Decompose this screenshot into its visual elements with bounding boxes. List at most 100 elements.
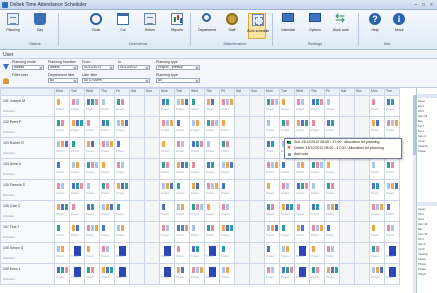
allocation-slot[interactable] [170,120,173,126]
clock-button[interactable]: Clock [87,13,105,39]
schedule-cell[interactable]: Project [264,158,280,180]
allocation-slot[interactable] [162,141,165,147]
schedule-cell[interactable]: Project [384,158,400,180]
context-tooltip[interactable]: Sch 13/12/2012 08:00 - 17:00 : Allocatio… [284,138,402,159]
allocation-slot[interactable] [267,267,270,273]
allocation-slot[interactable] [376,246,379,252]
allocation-slot[interactable] [282,246,285,252]
schedule-cell[interactable]: Project [69,158,85,180]
allocation-slot[interactable] [301,162,304,168]
allocation-slot[interactable] [87,225,90,231]
allocation-slot[interactable] [327,204,330,210]
allocation-slot[interactable] [185,99,188,105]
schedule-cell[interactable] [144,179,160,201]
schedule-cell[interactable]: Project [174,179,190,201]
user-filter-select[interactable]: All 10 users ▾ [82,78,150,83]
allocation-slot[interactable] [87,141,90,147]
allocation-slot[interactable] [76,162,79,168]
schedule-cell[interactable]: Project [114,242,130,264]
schedule-cell[interactable]: Project [279,263,295,285]
schedule-cell[interactable]: Project [54,137,70,159]
allocation-slot[interactable] [177,204,180,210]
allocation-slot[interactable] [87,162,90,168]
schedule-cell[interactable]: Project [54,200,70,222]
allocation-slot[interactable] [387,183,390,189]
allocation-slot[interactable] [222,267,225,273]
schedule-cell[interactable]: Project [204,95,220,117]
allocation-slot[interactable] [207,162,210,168]
schedule-cell[interactable]: Project [264,242,280,264]
allocation-slot[interactable] [91,141,94,147]
allocation-slot[interactable] [110,204,113,210]
allocation-slot[interactable] [226,162,229,168]
allocation-slot[interactable] [181,99,184,105]
allocation-slot[interactable] [106,120,109,126]
from-date-field[interactable]: 01/12/2012 ▾ [82,65,114,70]
allocation-slot[interactable] [387,204,390,210]
schedule-cell[interactable]: Project [219,221,235,243]
allocation-slot[interactable] [222,99,225,105]
schedule-cell[interactable]: Project [69,263,85,285]
allocation-slot[interactable] [106,204,109,210]
schedule-cell[interactable] [234,116,250,138]
allocation-slot[interactable] [301,120,304,126]
schedule-cell[interactable]: Project [219,137,235,159]
allocation-slot[interactable] [372,183,375,189]
schedule-cell[interactable]: Project [114,263,130,285]
schedule-cell[interactable]: Project [84,200,100,222]
schedule-cell[interactable]: Project [369,242,385,264]
allocation-slot[interactable] [376,120,379,126]
allocation-slot[interactable] [271,141,274,147]
schedule-cell[interactable]: Project [369,116,385,138]
allocation-slot[interactable] [297,120,300,126]
allocation-slot[interactable] [177,120,180,126]
allocation-slot[interactable] [230,225,233,231]
schedule-cell[interactable]: Project [309,116,325,138]
allocation-slot[interactable] [290,267,293,273]
allocation-slot[interactable] [57,225,60,231]
allocation-slot[interactable] [181,225,184,231]
allocation-slot[interactable] [327,183,330,189]
allocation-slot[interactable] [185,162,188,168]
allocation-slot[interactable] [87,99,90,105]
allocation-slot[interactable] [177,246,180,252]
allocation-slot[interactable] [222,162,225,168]
schedule-cell[interactable] [249,116,265,138]
allocation-slot[interactable] [286,267,289,273]
schedule-cell[interactable]: Project [294,200,310,222]
allocation-slot[interactable] [286,120,289,126]
allocation-slot[interactable] [196,246,199,252]
schedule-cell[interactable]: Project [384,200,400,222]
schedule-cell[interactable] [144,200,160,222]
allocation-slot[interactable] [331,183,334,189]
allocation-slot[interactable] [391,120,394,126]
schedule-cell[interactable]: Project [69,221,85,243]
allocation-slot[interactable] [61,120,64,126]
allocation-slot[interactable] [316,162,319,168]
schedule-cell[interactable]: Project [159,263,175,285]
allocation-slot[interactable] [162,120,165,126]
schedule-cell[interactable]: Project [204,158,220,180]
schedule-cell[interactable]: Project [324,116,340,138]
allocation-slot[interactable] [87,204,90,210]
schedule-cell[interactable]: Project [69,179,85,201]
allocation-slot[interactable] [211,162,214,168]
allocation-slot[interactable] [230,162,233,168]
allocation-slot[interactable] [211,99,214,105]
schedule-cell[interactable]: Project [114,116,130,138]
schedule-cell[interactable]: Project [99,263,115,285]
allocation-slot[interactable] [226,225,229,231]
allocation-slot[interactable] [61,267,64,273]
minimize-icon[interactable]: – [412,2,419,8]
schedule-cell[interactable]: Project [309,158,325,180]
schedule-cell[interactable]: Project [159,158,175,180]
schedule-cell[interactable] [129,263,145,285]
schedule-cell[interactable]: Project [264,221,280,243]
allocation-slot[interactable] [282,183,285,189]
schedule-cell[interactable]: Project [264,95,280,117]
options-button[interactable]: Options [306,13,324,39]
allocation-slot[interactable] [267,246,270,252]
schedule-cell[interactable]: Project [309,95,325,117]
schedule-cell[interactable]: Project [369,221,385,243]
allocation-slot[interactable] [121,99,124,105]
